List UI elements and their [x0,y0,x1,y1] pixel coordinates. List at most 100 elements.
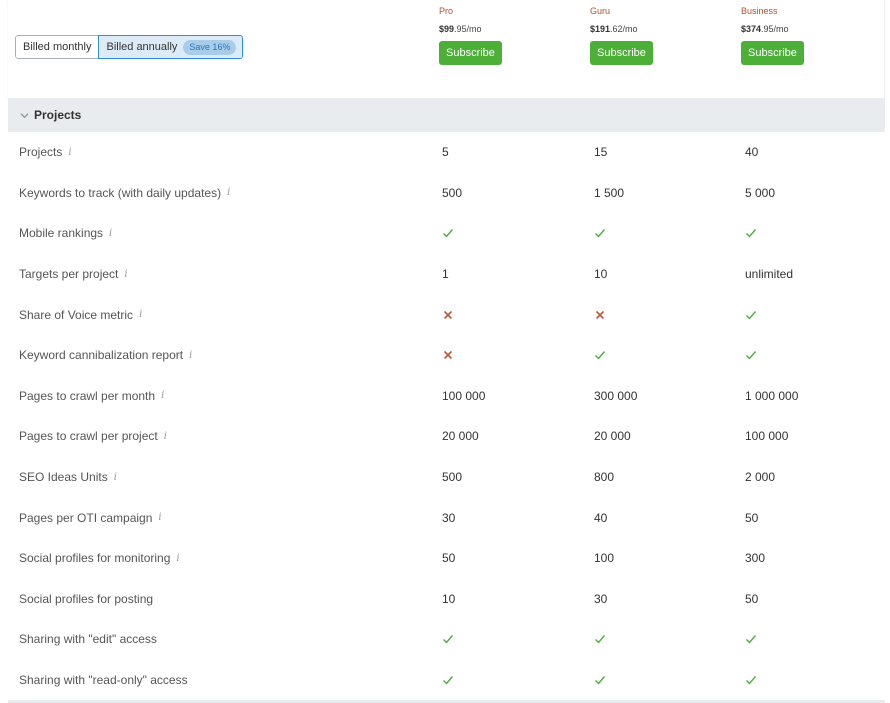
table-row: Social profiles for monitoring i 50 100 300 [8,538,885,579]
plan-value: 1 500 [594,185,625,200]
plan-value: 300 [745,551,766,566]
info-icon[interactable]: i [189,350,192,361]
plan-value: 100 [594,551,615,566]
plan-name: Business [741,6,778,16]
section-projects-toggle[interactable]: Projects [8,98,885,132]
plan-value: 50 [745,510,759,525]
table-row: Share of Voice metric i [8,294,885,335]
feature-label: Targets per project i [19,267,128,281]
save-badge: Save 16% [183,39,237,55]
feature-label: Pages to crawl per project i [19,429,167,443]
subscribe-business-button[interactable]: Subscribe [741,41,804,65]
plan-business: Business $374.95/mo Subscribe [741,5,881,65]
table-row: Targets per project i 1 10 unlimited [8,254,885,295]
info-icon[interactable]: i [164,431,167,442]
table-row: Pages to crawl per month i 100 000 300 000 1… [8,376,885,417]
check-icon [745,227,757,239]
plan-value: unlimited [745,267,794,282]
plan-value: 20 000 [594,429,631,444]
price-cents: .95 [761,24,774,34]
feature-name: Pages per OTI campaign [19,510,153,525]
price-cents: .95 [454,24,467,34]
check-icon [594,674,606,686]
check-icon [442,633,454,645]
billing-period-toggle: Billed monthly Billed annually Save 16% [15,35,244,59]
info-icon[interactable]: i [139,309,142,320]
info-icon[interactable]: i [114,472,117,483]
feature-name: Share of Voice metric [19,307,134,322]
plan-value: 40 [594,510,608,525]
feature-label: Social profiles for monitoring i [19,551,180,565]
plan-value: 2 000 [745,470,776,485]
table-row: Mobile rankings i [8,213,885,254]
check-icon [442,227,454,239]
info-icon[interactable]: i [109,228,112,239]
info-icon[interactable]: i [124,269,127,280]
billed-monthly-button[interactable]: Billed monthly [15,35,99,59]
feature-label: Keyword cannibalization report i [19,348,192,362]
check-icon [745,674,757,686]
price-period: /mo [466,24,482,34]
feature-name: Sharing with "read-only" access [19,673,188,688]
table-row: Sharing with "read-only" access [8,660,885,701]
feature-rows: Projects i 5 15 40 Keywords to track (with da… [8,132,885,700]
price-cents: .62 [610,24,623,34]
feature-label: Sharing with "edit" access [19,632,157,646]
plan-value: 300 000 [594,388,638,403]
info-icon[interactable]: i [161,390,164,401]
billed-annually-button[interactable]: Billed annually Save 16% [98,35,244,59]
subscribe-pro-button[interactable]: Subscribe [439,41,502,65]
table-row: Pages per OTI campaign i 30 40 50 [8,497,885,538]
plan-value: 500 [442,470,463,485]
price-main: $191 [590,24,611,34]
plan-value: 40 [745,145,759,160]
plan-value: 1 [442,267,449,282]
feature-label: Sharing with "read-only" access [19,673,188,687]
price-main: $99 [439,24,455,34]
feature-name: Keywords to track (with daily updates) [19,185,222,200]
table-row: Pages to crawl per project i 20 000 20 000 1… [8,416,885,457]
feature-label: Mobile rankings i [19,226,112,240]
table-row: Sharing with "edit" access [8,619,885,660]
check-icon [745,633,757,645]
feature-name: Social profiles for monitoring [19,551,171,566]
plan-value: 30 [594,591,608,606]
table-row: Projects i 5 15 40 [8,132,885,173]
plan-value: 5 [442,145,449,160]
info-icon[interactable]: i [176,553,179,564]
plan-name: Guru [590,6,611,16]
plan-value: 10 [442,591,456,606]
plan-value: 1 000 000 [745,388,799,403]
plan-pro: Pro $99.95/mo Subscribe [439,5,579,65]
plan-value: 100 000 [745,429,789,444]
price-main: $374 [741,24,762,34]
cross-icon [442,309,454,321]
plan-price: $191.62/mo [590,23,730,35]
subscribe-guru-button[interactable]: Subscribe [590,41,653,65]
plan-price: $99.95/mo [439,23,579,35]
table-row: Keyword cannibalization report i [8,335,885,376]
plan-value: 100 000 [442,388,486,403]
check-icon [442,674,454,686]
table-row: SEO Ideas Units i 500 800 2 000 [8,457,885,498]
table-row: Keywords to track (with daily updates) i 5… [8,173,885,214]
plan-value: 800 [594,470,615,485]
price-period: /mo [773,24,789,34]
pricing-comparison-table: Billed monthly Billed annually Save 16% … [8,0,885,703]
info-icon[interactable]: i [227,187,230,198]
section-title: Projects [34,108,82,122]
check-icon [594,227,606,239]
plan-name: Pro [439,6,454,16]
plan-value: 30 [442,510,456,525]
info-icon[interactable]: i [68,147,71,158]
feature-label: Pages to crawl per month i [19,389,164,403]
feature-name: Mobile rankings [19,226,104,241]
plan-price: $374.95/mo [741,23,881,35]
feature-name: Social profiles for posting [19,591,154,606]
chevron-down-icon [20,112,29,118]
info-icon[interactable]: i [158,512,161,523]
check-icon [594,349,606,361]
pricing-header: Billed monthly Billed annually Save 16% … [8,0,885,98]
feature-name: SEO Ideas Units [19,470,108,485]
feature-name: Projects [19,145,63,160]
